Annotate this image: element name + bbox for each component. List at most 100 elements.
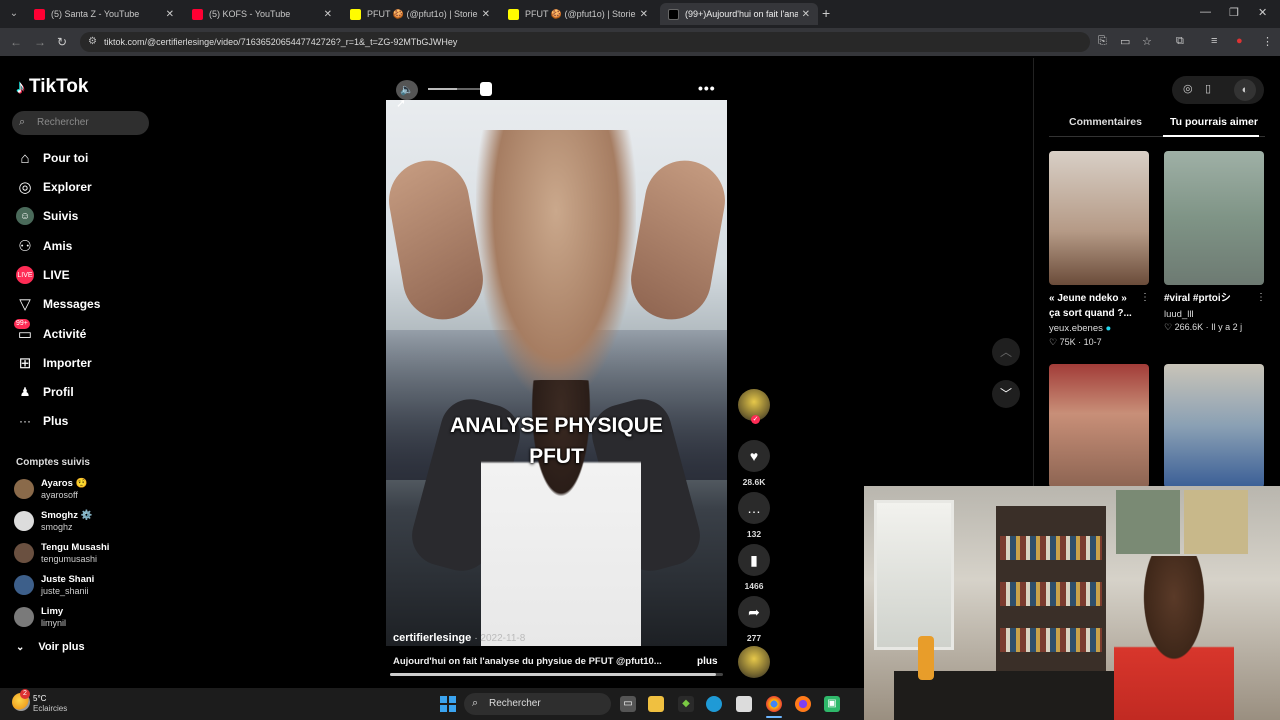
menu-item-profile[interactable]: ♟ Profil — [16, 381, 74, 403]
video-player[interactable] — [386, 100, 727, 646]
share-action[interactable]: ➦ 277 — [738, 596, 770, 643]
volume-slider[interactable] — [428, 88, 486, 90]
browser-tab[interactable]: PFUT 🍪 (@pfut1o) | Stories, ✕ — [342, 3, 498, 25]
caption-more-button[interactable]: plus — [697, 656, 718, 667]
save-count: 1466 — [744, 581, 764, 591]
windows-start-icon[interactable] — [440, 696, 456, 712]
followed-account[interactable]: Ayaros 🤨 ayarosoff — [14, 476, 87, 502]
taskbar-search-input[interactable]: ⌕ Rechercher — [464, 693, 611, 715]
file-explorer-icon[interactable] — [648, 696, 664, 712]
chevron-down-icon: ⌄ — [16, 641, 25, 653]
compass-icon[interactable]: ◎ — [1183, 82, 1193, 95]
browser-tab[interactable]: (5) Santa Z - YouTube ✕ — [26, 3, 182, 25]
app-icon[interactable]: ▣ — [824, 696, 840, 712]
suggested-video-title[interactable]: #viral #prtoiシ — [1164, 292, 1231, 306]
heart-outline-icon: ♡ — [1049, 337, 1058, 347]
suggested-video-thumbnail[interactable] — [1164, 364, 1264, 488]
close-tab-icon[interactable]: ✕ — [166, 9, 174, 20]
followed-account[interactable]: Juste Shani juste_shanii — [14, 572, 94, 598]
tab-comments[interactable]: Commentaires — [1069, 116, 1142, 128]
tiktok-logo[interactable]: ♪ TikTok — [16, 76, 88, 98]
tab-title: PFUT 🍪 (@pfut1o) | Stories, — [367, 8, 478, 19]
site-info-icon[interactable]: ⚙ — [88, 36, 97, 47]
suggested-video-thumbnail[interactable] — [1164, 151, 1264, 285]
menu-item-for-you[interactable]: ⌂ Pour toi — [16, 147, 88, 169]
reading-list-icon[interactable]: ≡ — [1211, 35, 1217, 47]
close-window-icon[interactable]: ✕ — [1258, 6, 1267, 19]
kebab-menu-icon[interactable]: ⋮ — [1256, 292, 1266, 303]
profile-avatar-icon[interactable]: ● — [1236, 35, 1243, 47]
browser-tab[interactable]: PFUT 🍪 (@pfut1o) | Stories, ✕ — [500, 3, 656, 25]
suggested-video-title[interactable]: ça sort quand ?... — [1049, 307, 1132, 321]
share-icon[interactable]: ➦ — [738, 596, 770, 628]
close-tab-icon[interactable]: ✕ — [482, 9, 490, 20]
menu-item-explore[interactable]: ◎ Explorer — [16, 176, 91, 198]
heart-icon[interactable]: ♥ — [738, 440, 770, 472]
tab-title: (5) KOFS - YouTube — [209, 9, 291, 19]
firefox-icon[interactable] — [795, 696, 811, 712]
reload-icon[interactable]: ↻ — [57, 35, 67, 49]
like-action[interactable]: ♥ 28.6K — [738, 440, 770, 487]
video-author-row[interactable]: certifierlesinge · 2022-11-8 — [393, 632, 525, 644]
restore-icon[interactable]: ❐ — [1229, 6, 1239, 19]
new-tab-icon[interactable]: + — [822, 5, 830, 21]
task-view-icon[interactable]: ▭ — [620, 696, 636, 712]
comment-action[interactable]: … 132 — [738, 492, 770, 539]
followed-account[interactable]: Limy limynil — [14, 604, 66, 630]
back-icon[interactable]: ← — [10, 35, 22, 49]
bookmark-icon[interactable]: ▮ — [738, 544, 770, 576]
menu-item-friends[interactable]: ⚇ Amis — [16, 235, 72, 257]
kebab-menu-icon[interactable]: ⋮ — [1140, 292, 1150, 303]
suggested-video-thumbnail[interactable] — [1049, 151, 1149, 285]
suggested-video-user[interactable]: yeux.ebenes ● — [1049, 323, 1111, 334]
volume-knob[interactable] — [480, 82, 492, 96]
close-tab-icon[interactable]: ✕ — [324, 9, 332, 20]
menu-label: Amis — [43, 239, 73, 253]
browser-tab-active[interactable]: (99+)Aujourd'hui on fait l'analy ✕ — [660, 3, 818, 25]
user-avatar-icon[interactable]: ◐ — [1234, 79, 1256, 101]
suggested-video-thumbnail[interactable] — [1049, 364, 1149, 488]
video-progress-bar[interactable] — [390, 673, 723, 676]
suggested-video-title[interactable]: « Jeune ndeko » — [1049, 292, 1127, 306]
search-input[interactable]: ⌕ Rechercher — [12, 111, 149, 135]
forward-icon[interactable]: → — [34, 35, 46, 49]
video-author[interactable]: certifierlesinge — [393, 632, 471, 644]
menu-item-upload[interactable]: ⊞ Importer — [16, 352, 92, 374]
previous-video-icon[interactable]: ︿ — [992, 338, 1020, 366]
youtube-favicon-icon — [34, 8, 45, 20]
music-disc-avatar[interactable] — [738, 646, 770, 678]
browser-menu-icon[interactable]: ⋮ — [1262, 35, 1273, 48]
extensions-icon[interactable]: ⧉ — [1176, 35, 1184, 48]
menu-item-live[interactable]: LIVE LIVE — [16, 264, 70, 286]
tab-suggestions[interactable]: Tu pourrais aimer — [1170, 116, 1258, 128]
more-options-icon[interactable]: ••• — [698, 80, 716, 96]
creator-avatar[interactable]: ✓ — [738, 389, 770, 424]
phone-icon[interactable]: ▯ — [1205, 82, 1211, 95]
nvidia-icon[interactable]: ◆ — [678, 696, 694, 712]
store-icon[interactable] — [736, 696, 752, 712]
tab-search-icon[interactable]: ⌄ — [6, 6, 22, 22]
close-tab-icon[interactable]: ✕ — [640, 9, 648, 20]
cast-icon[interactable]: ▭ — [1120, 35, 1130, 48]
follow-check-icon[interactable]: ✓ — [751, 415, 760, 424]
menu-item-more[interactable]: ··· Plus — [16, 410, 68, 432]
volume-control[interactable]: 🔈 — [392, 78, 496, 100]
close-tab-icon[interactable]: ✕ — [802, 9, 810, 20]
followed-account[interactable]: Smoghz ⚙️ smoghz — [14, 508, 92, 534]
browser-tab[interactable]: (5) KOFS - YouTube ✕ — [184, 3, 340, 25]
translate-icon[interactable]: ⎘ — [1098, 35, 1107, 48]
url-input[interactable]: ⚙ tiktok.com/@certifierlesinge/video/716… — [80, 32, 1090, 52]
chrome-icon[interactable] — [766, 696, 782, 712]
menu-item-activity[interactable]: ▭ 99+ Activité — [14, 319, 86, 345]
comment-icon[interactable]: … — [738, 492, 770, 524]
next-video-icon[interactable]: ﹀ — [992, 380, 1020, 408]
save-action[interactable]: ▮ 1466 — [738, 544, 770, 591]
edge-icon[interactable] — [706, 696, 722, 712]
menu-item-following[interactable]: ☺ Suivis — [16, 205, 78, 227]
bookmark-star-icon[interactable]: ☆ — [1142, 35, 1152, 48]
followed-account[interactable]: Tengu Musashi tengumusashi — [14, 540, 109, 566]
see-more-button[interactable]: ⌄ Voir plus — [16, 641, 85, 653]
suggested-video-user[interactable]: luud_lll — [1164, 309, 1194, 320]
menu-item-messages[interactable]: ▽ Messages — [16, 293, 100, 315]
minimize-icon[interactable]: — — [1200, 6, 1211, 18]
